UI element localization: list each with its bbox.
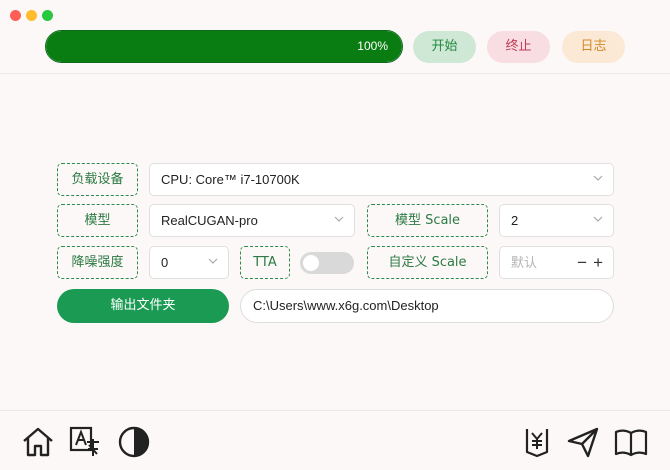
- decrement-button[interactable]: −: [577, 247, 587, 278]
- book-icon[interactable]: [614, 425, 648, 459]
- model-scale-label: 模型 Scale: [367, 204, 488, 237]
- output-path-input[interactable]: C:\Users\www.x6g.com\Desktop: [240, 289, 614, 323]
- progress-fill: [46, 31, 402, 62]
- footer-bar: [0, 410, 670, 470]
- denoise-value: 0: [161, 255, 169, 270]
- log-button[interactable]: 日志: [562, 31, 625, 63]
- denoise-select[interactable]: 0: [149, 246, 229, 279]
- model-select-value: RealCUGAN-pro: [161, 213, 258, 228]
- denoise-label: 降噪强度: [57, 246, 138, 279]
- tta-toggle-knob: [303, 255, 319, 271]
- tta-toggle[interactable]: [300, 252, 354, 274]
- translate-icon[interactable]: [68, 425, 102, 459]
- minimize-window-button[interactable]: [26, 10, 37, 21]
- progress-percent: 100%: [357, 39, 388, 53]
- chevron-down-icon: [208, 258, 218, 264]
- home-icon[interactable]: [21, 425, 55, 459]
- window-controls: [10, 10, 53, 21]
- tta-label: TTA: [240, 246, 290, 279]
- increment-button[interactable]: +: [593, 247, 603, 278]
- donate-icon[interactable]: [520, 425, 554, 459]
- start-button[interactable]: 开始: [413, 31, 476, 63]
- custom-scale-label: 自定义 Scale: [367, 246, 488, 279]
- chevron-down-icon: [334, 216, 344, 222]
- model-scale-value: 2: [511, 213, 519, 228]
- theme-contrast-icon[interactable]: [117, 425, 151, 459]
- model-select[interactable]: RealCUGAN-pro: [149, 204, 355, 237]
- custom-scale-stepper[interactable]: 默认 − +: [499, 246, 614, 279]
- close-window-button[interactable]: [10, 10, 21, 21]
- send-icon[interactable]: [566, 425, 600, 459]
- model-scale-select[interactable]: 2: [499, 204, 614, 237]
- maximize-window-button[interactable]: [42, 10, 53, 21]
- stop-button[interactable]: 终止: [487, 31, 550, 63]
- model-label: 模型: [57, 204, 138, 237]
- output-folder-button[interactable]: 输出文件夹: [57, 289, 229, 323]
- chevron-down-icon: [593, 216, 603, 222]
- device-select-value: CPU: Core™ i7-10700K: [161, 172, 300, 187]
- progress-bar: 100%: [45, 30, 403, 63]
- device-select[interactable]: CPU: Core™ i7-10700K: [149, 163, 614, 196]
- top-bar: 100% 开始 终止 日志: [0, 0, 670, 74]
- device-label: 负载设备: [57, 163, 138, 196]
- custom-scale-placeholder: 默认: [511, 255, 538, 270]
- chevron-down-icon: [593, 175, 603, 181]
